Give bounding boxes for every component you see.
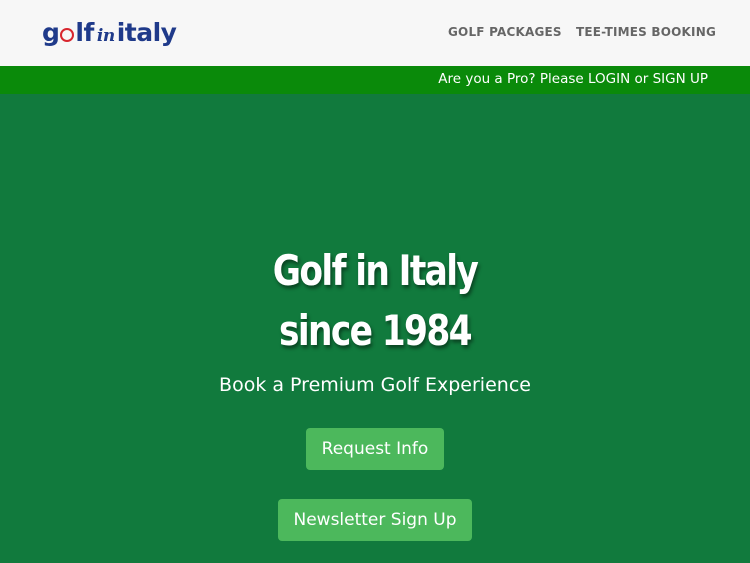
newsletter-signup-button[interactable]: Newsletter Sign Up <box>278 499 472 541</box>
logo-text-italy: italy <box>116 18 177 47</box>
hero-section: Golf in Italy since 1984 Book a Premium … <box>0 94 750 563</box>
pro-login-bar: Are you a Pro? Please LOGIN or SIGN UP <box>0 66 750 94</box>
site-header: g lf in italy GOLF PACKAGES TEE-TIMES BO… <box>0 0 750 66</box>
hero-subtitle: Book a Premium Golf Experience <box>219 374 531 396</box>
nav-golf-packages[interactable]: GOLF PACKAGES <box>448 25 562 39</box>
hero-title-line1: Golf in Italy <box>272 246 479 295</box>
logo-text-lf: lf <box>75 18 94 47</box>
golf-ball-icon <box>60 28 75 42</box>
logo-text-g: g <box>42 18 60 47</box>
request-info-button[interactable]: Request Info <box>306 428 444 470</box>
pro-login-link[interactable]: Are you a Pro? Please LOGIN or SIGN UP <box>438 71 708 87</box>
logo-text-in: in <box>96 26 115 46</box>
golfinitaly-logo[interactable]: g lf in italy <box>42 16 177 50</box>
hero-title-line2: since 1984 <box>278 306 473 355</box>
nav-tee-times-booking[interactable]: TEE-TIMES BOOKING <box>576 25 716 39</box>
